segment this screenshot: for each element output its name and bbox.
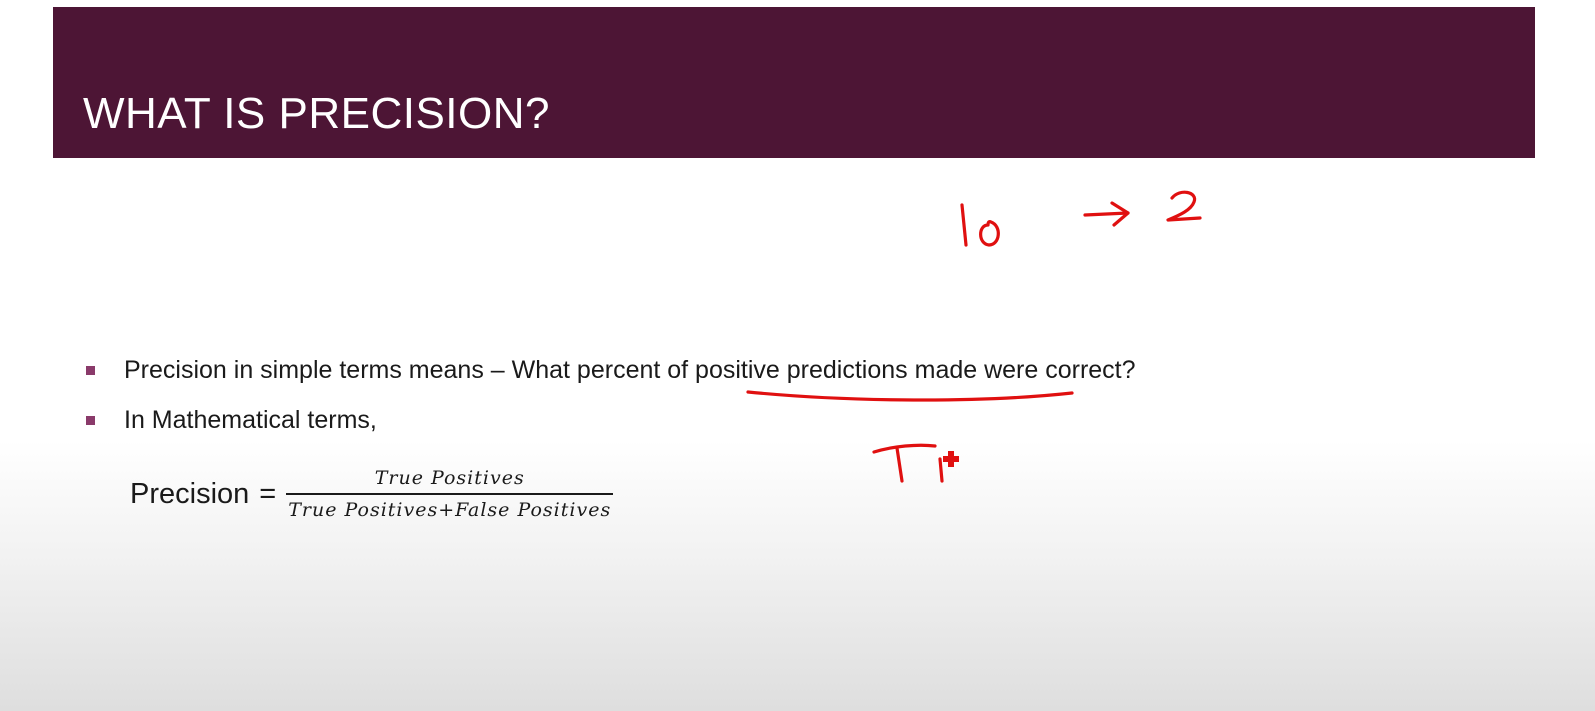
title-bar: WHAT IS PRECISION?	[53, 7, 1535, 158]
precision-formula: Precision = True Positives True Positive…	[130, 464, 614, 524]
bullet-text: In Mathematical terms,	[124, 406, 377, 434]
formula-equals: =	[259, 477, 277, 510]
square-bullet-icon	[86, 366, 95, 375]
formula-label: Precision	[130, 477, 250, 510]
slide-title: WHAT IS PRECISION?	[83, 89, 551, 138]
handwritten-note-10-to-2	[960, 190, 1202, 247]
underline-stroke	[746, 390, 1074, 402]
handwritten-partial-T	[872, 443, 944, 483]
formula-fraction: True Positives True Positives+False Posi…	[286, 467, 614, 521]
slide: WHAT IS PRECISION? Precision in simple t…	[0, 0, 1595, 711]
red-crosshair-cursor-icon	[943, 451, 959, 467]
fraction-bar	[286, 493, 614, 495]
bullet-text: Precision in simple terms means – What p…	[124, 356, 1136, 384]
fraction-numerator: True Positives	[374, 467, 525, 489]
fraction-denominator: True Positives+False Positives	[288, 499, 612, 521]
square-bullet-icon	[86, 416, 95, 425]
